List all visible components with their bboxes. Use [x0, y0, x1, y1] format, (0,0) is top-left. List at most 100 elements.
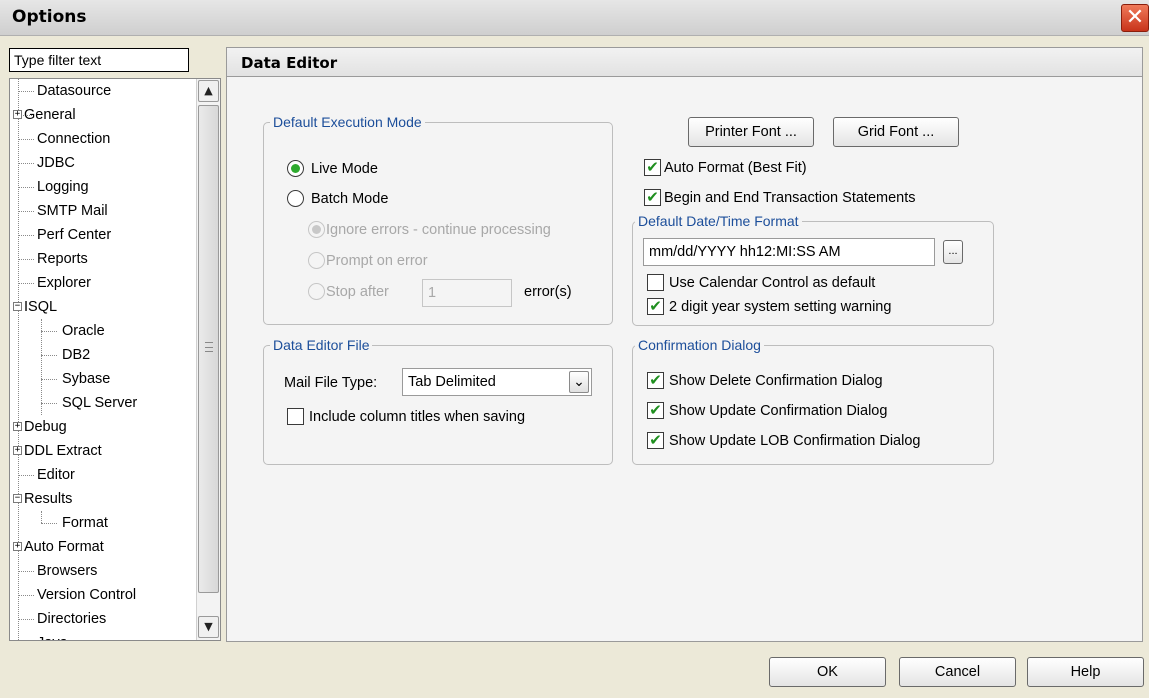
- scroll-thumb[interactable]: [198, 105, 219, 593]
- ignore-errors-radio[interactable]: [308, 221, 325, 238]
- grid-font-button[interactable]: Grid Font ...: [833, 117, 959, 147]
- live-mode-radio[interactable]: [287, 160, 304, 177]
- button-bar: OK Cancel Help: [0, 642, 1149, 698]
- ok-button[interactable]: OK: [769, 657, 886, 687]
- include-titles-checkbox[interactable]: [287, 408, 304, 425]
- content-panel: Default Execution Mode Live Mode Batch M…: [226, 77, 1143, 642]
- stop-after-radio[interactable]: [308, 283, 325, 300]
- tree-item-label: Java: [37, 631, 68, 640]
- help-button[interactable]: Help: [1027, 657, 1144, 687]
- tree-item-version-control[interactable]: Version Control: [10, 583, 196, 607]
- tree-item-general[interactable]: + General: [10, 103, 196, 127]
- tree-item-label: ISQL: [24, 299, 58, 315]
- tree-item-db2[interactable]: DB2: [10, 343, 196, 367]
- tree-item-label: Logging: [37, 179, 89, 195]
- tree-item-format[interactable]: Format: [10, 511, 196, 535]
- confirmation-dialog-group: Confirmation Dialog ✔ Show Delete Confir…: [632, 336, 994, 465]
- content-header: Data Editor: [226, 47, 1143, 77]
- tree-item-auto-format[interactable]: + Auto Format: [10, 535, 196, 559]
- datetime-format-input[interactable]: mm/dd/YYYY hh12:MI:SS AM: [643, 238, 935, 266]
- begin-end-transaction-checkbox[interactable]: ✔: [644, 189, 661, 206]
- data-editor-file-group: Data Editor File Mail File Type: Tab Del…: [263, 336, 613, 465]
- group-title: Data Editor File: [270, 336, 373, 354]
- show-update-lob-checkbox[interactable]: ✔: [647, 432, 664, 449]
- tree-item-label: SMTP Mail: [37, 203, 108, 219]
- printer-font-button[interactable]: Printer Font ...: [688, 117, 814, 147]
- ignore-errors-label: Ignore errors - continue processing: [326, 222, 551, 238]
- stop-after-input[interactable]: 1: [422, 279, 512, 307]
- window-title: Options: [12, 7, 87, 27]
- tree-item-perf-center[interactable]: Perf Center: [10, 223, 196, 247]
- tree-item-ddl-extract[interactable]: + DDL Extract: [10, 439, 196, 463]
- use-calendar-checkbox[interactable]: [647, 274, 664, 291]
- tree-item-label: Format: [62, 515, 108, 531]
- tree-scrollbar[interactable]: ▲ ▼: [196, 79, 220, 640]
- chevron-down-icon[interactable]: ⌄: [569, 371, 589, 393]
- tree-item-jdbc[interactable]: JDBC: [10, 151, 196, 175]
- tree-item-isql[interactable]: − ISQL: [10, 295, 196, 319]
- tree-item-label: Debug: [24, 419, 67, 435]
- mail-file-type-select[interactable]: Tab Delimited ⌄: [402, 368, 592, 396]
- filter-input[interactable]: [9, 48, 189, 72]
- tree-item-label: DB2: [62, 347, 91, 363]
- tree-item-label: Directories: [37, 611, 107, 627]
- expand-icon[interactable]: +: [13, 110, 22, 119]
- datetime-format-group: Default Date/Time Format mm/dd/YYYY hh12…: [632, 212, 994, 326]
- tree-item-browsers[interactable]: Browsers: [10, 559, 196, 583]
- tree-item-label: Editor: [37, 467, 75, 483]
- show-delete-checkbox[interactable]: ✔: [647, 372, 664, 389]
- show-update-checkbox[interactable]: ✔: [647, 402, 664, 419]
- mail-file-type-value: Tab Delimited: [408, 374, 496, 390]
- tree-item-directories[interactable]: Directories: [10, 607, 196, 631]
- tree-item-reports[interactable]: Reports: [10, 247, 196, 271]
- browse-button[interactable]: ...: [943, 240, 963, 264]
- auto-format-label: Auto Format (Best Fit): [664, 160, 807, 176]
- tree-item-logging[interactable]: Logging: [10, 175, 196, 199]
- tree-item-connection[interactable]: Connection: [10, 127, 196, 151]
- tree-item-results[interactable]: − Results: [10, 487, 196, 511]
- tree-item-debug[interactable]: + Debug: [10, 415, 196, 439]
- tree-item-label: Auto Format: [24, 539, 104, 555]
- prompt-on-error-label: Prompt on error: [326, 253, 428, 269]
- tree-item-smtp-mail[interactable]: SMTP Mail: [10, 199, 196, 223]
- title-bar: Options ✕: [0, 0, 1149, 36]
- tree-item-sql-server[interactable]: SQL Server: [10, 391, 196, 415]
- expand-icon[interactable]: +: [13, 422, 22, 431]
- include-titles-label: Include column titles when saving: [309, 409, 526, 425]
- tree-item-oracle[interactable]: Oracle: [10, 319, 196, 343]
- use-calendar-label: Use Calendar Control as default: [669, 275, 876, 291]
- tree-item-label: Datasource: [37, 83, 112, 99]
- tree-item-explorer[interactable]: Explorer: [10, 271, 196, 295]
- grip-icon: [205, 342, 213, 352]
- tree-item-sybase[interactable]: Sybase: [10, 367, 196, 391]
- scroll-up-icon[interactable]: ▲: [198, 80, 219, 102]
- batch-mode-radio[interactable]: [287, 190, 304, 207]
- tree-item-label: Results: [24, 491, 73, 507]
- tree-item-java[interactable]: Java: [10, 631, 196, 640]
- close-icon[interactable]: ✕: [1121, 4, 1149, 32]
- tree-item-label: Browsers: [37, 563, 98, 579]
- tree-item-editor[interactable]: Editor: [10, 463, 196, 487]
- mail-file-type-label: Mail File Type:: [284, 375, 378, 391]
- live-mode-label: Live Mode: [311, 161, 378, 177]
- expand-icon[interactable]: +: [13, 446, 22, 455]
- execution-mode-group: Default Execution Mode Live Mode Batch M…: [263, 113, 613, 325]
- auto-format-checkbox[interactable]: ✔: [644, 159, 661, 176]
- begin-end-transaction-label: Begin and End Transaction Statements: [664, 190, 916, 206]
- expand-icon[interactable]: +: [13, 542, 22, 551]
- prompt-on-error-radio[interactable]: [308, 252, 325, 269]
- tree-item-datasource[interactable]: Datasource: [10, 79, 196, 103]
- group-title: Default Execution Mode: [270, 113, 425, 131]
- scroll-down-icon[interactable]: ▼: [198, 616, 219, 638]
- two-digit-year-checkbox[interactable]: ✔: [647, 298, 664, 315]
- batch-mode-label: Batch Mode: [311, 191, 389, 207]
- group-title: Confirmation Dialog: [635, 336, 764, 354]
- tree-item-label: Sybase: [62, 371, 111, 387]
- tree-item-label: SQL Server: [62, 395, 138, 411]
- stop-after-label: Stop after: [326, 284, 389, 300]
- collapse-icon[interactable]: −: [13, 494, 22, 503]
- tree-item-label: Explorer: [37, 275, 91, 291]
- cancel-button[interactable]: Cancel: [899, 657, 1016, 687]
- collapse-icon[interactable]: −: [13, 302, 22, 311]
- show-delete-label: Show Delete Confirmation Dialog: [669, 373, 883, 389]
